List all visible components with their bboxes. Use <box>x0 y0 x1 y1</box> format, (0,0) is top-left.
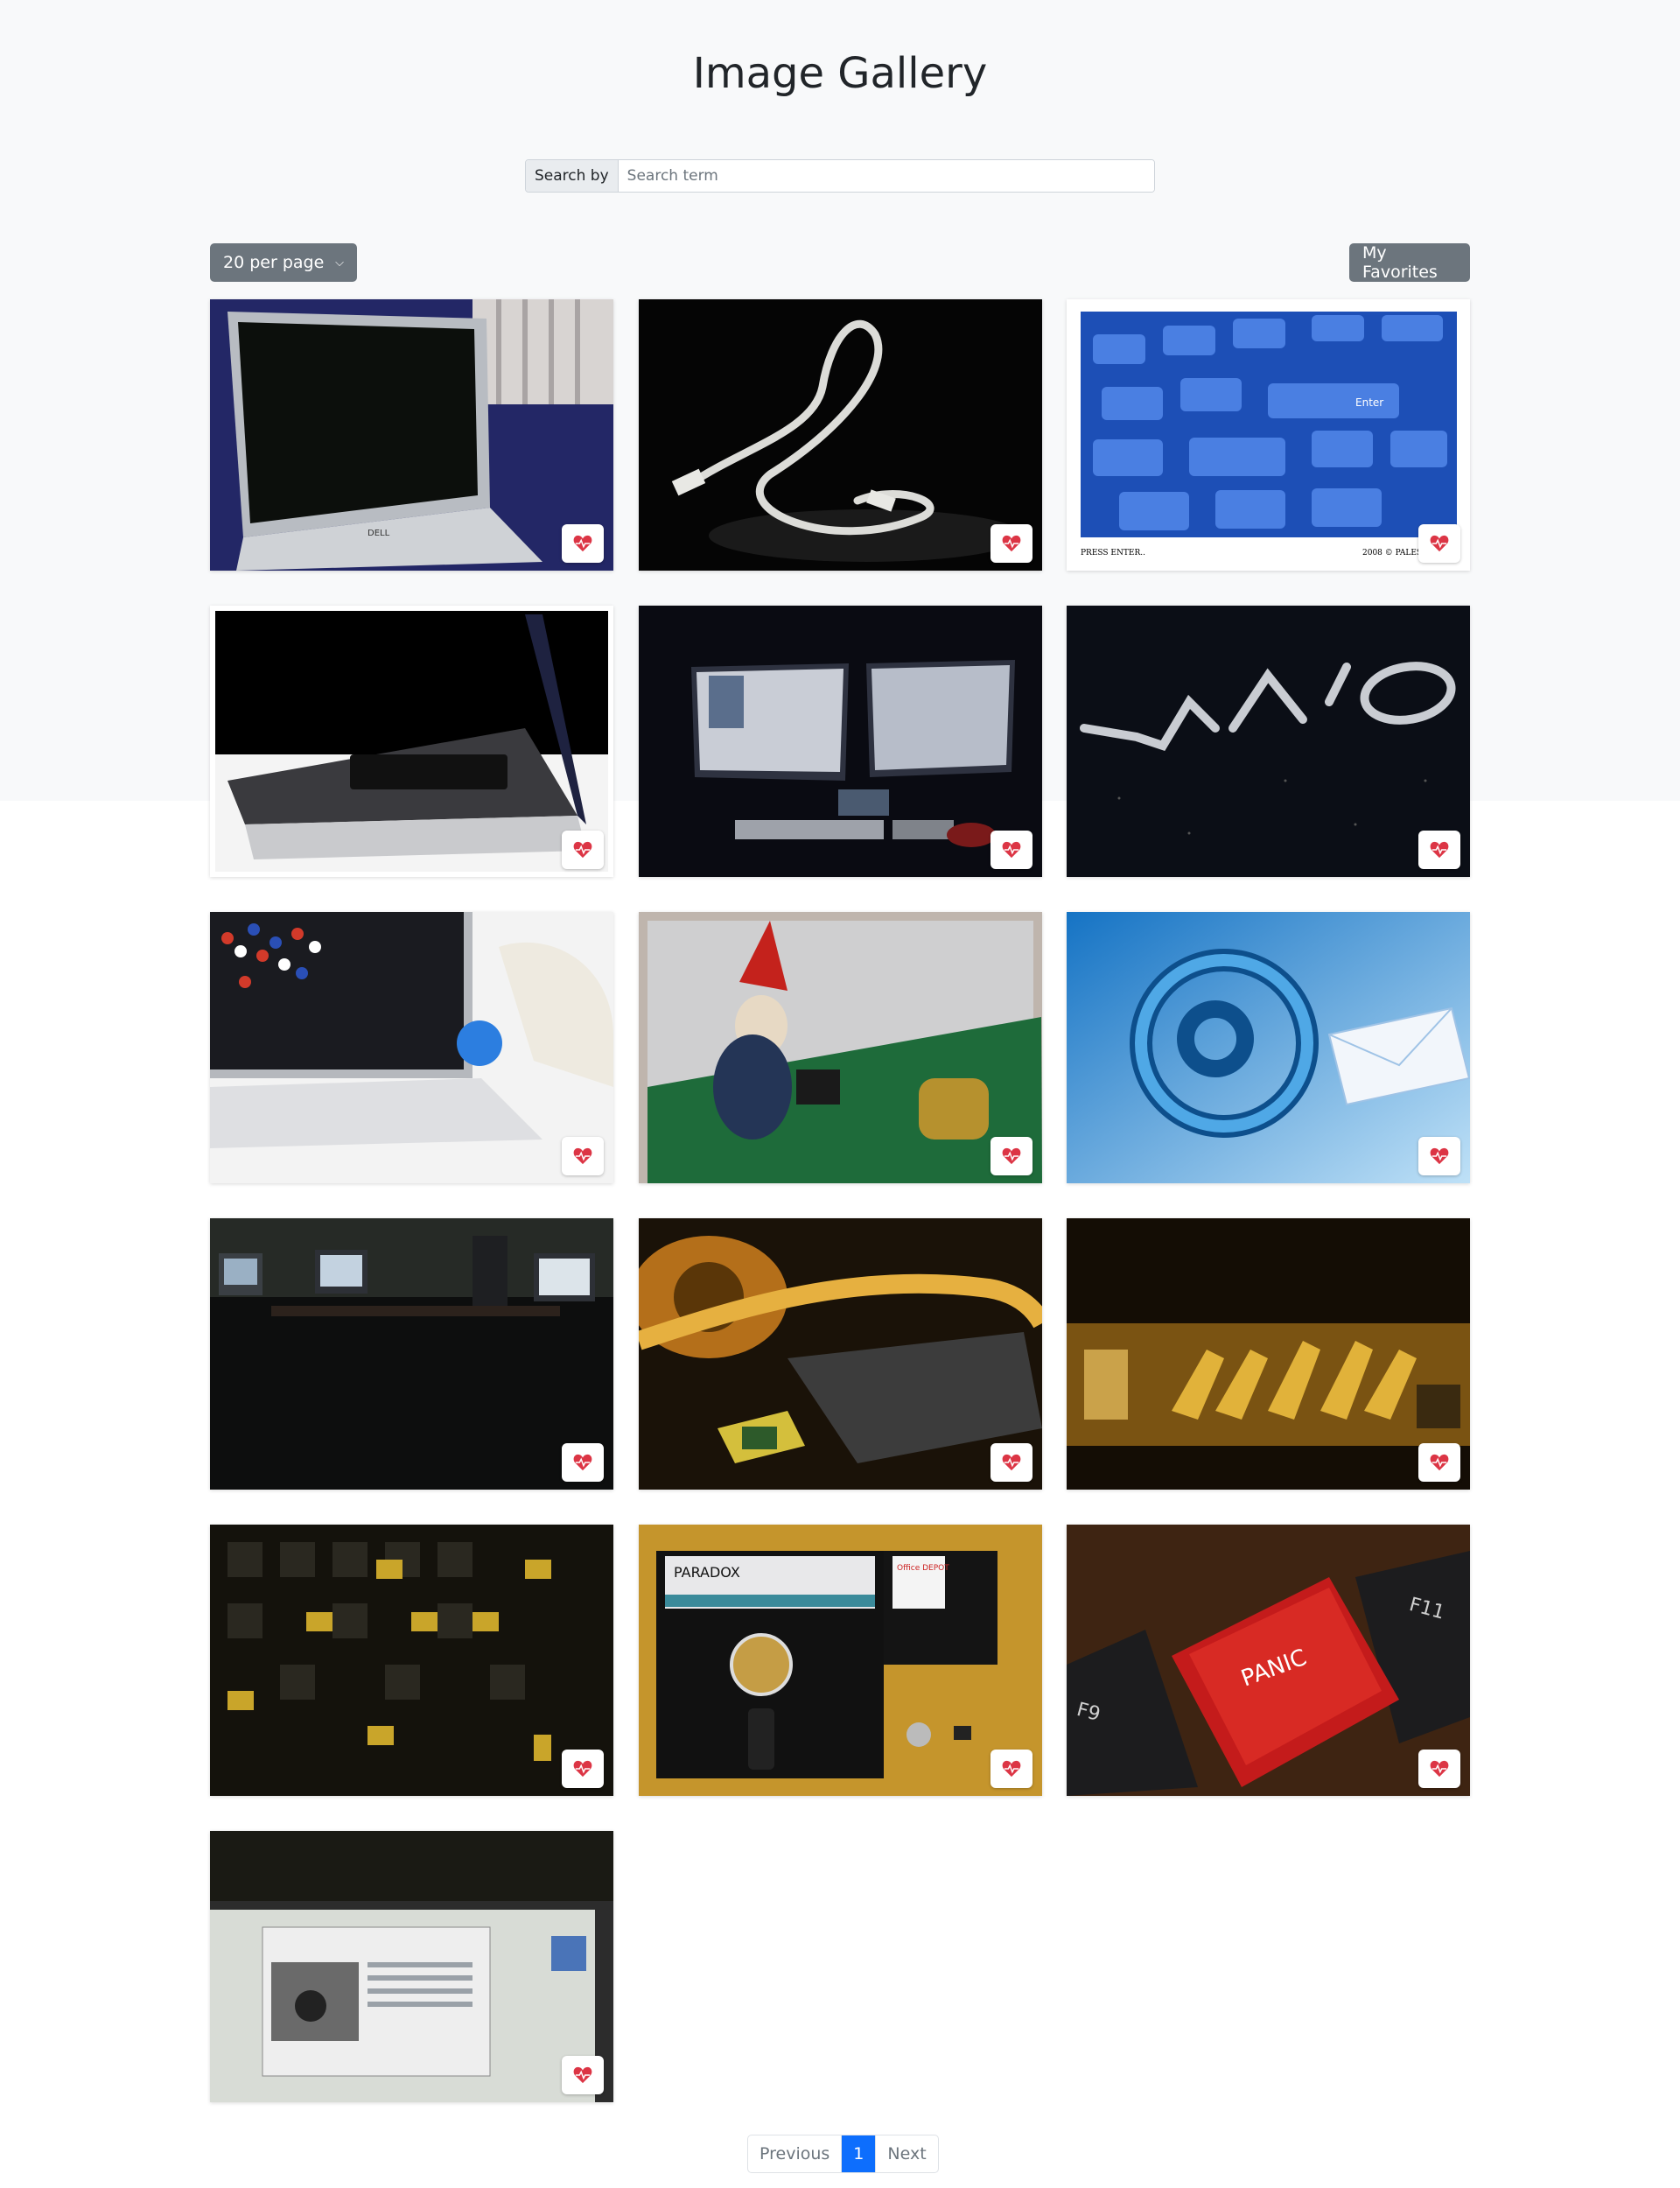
pagination: Previous 1 Next <box>747 2135 939 2173</box>
search-label: Search by <box>526 160 619 192</box>
favorite-button[interactable] <box>1418 524 1460 563</box>
heart-pulse-icon <box>1002 1454 1020 1471</box>
heart-pulse-icon <box>1002 1147 1020 1165</box>
gallery-card[interactable] <box>638 1218 1042 1490</box>
favorite-button[interactable] <box>562 1137 604 1175</box>
favorite-button[interactable] <box>1418 831 1460 869</box>
gallery-image[interactable] <box>210 1218 613 1490</box>
gallery-image[interactable] <box>210 1525 613 1796</box>
gallery-image[interactable] <box>638 912 1042 1183</box>
gallery-card[interactable]: Enter PRESS ENTER.. 2008 © PALES <box>1067 299 1470 571</box>
image-caption-right: 2008 © PALES <box>1362 549 1422 558</box>
gallery-card[interactable] <box>638 606 1042 877</box>
gallery-image[interactable] <box>638 606 1042 877</box>
gallery-card[interactable] <box>638 912 1042 1183</box>
next-page-button[interactable]: Next <box>876 2135 937 2172</box>
gallery-card[interactable] <box>210 1218 613 1490</box>
gallery-card[interactable] <box>210 1831 613 2102</box>
heart-pulse-icon <box>573 1760 592 1778</box>
gallery-image[interactable] <box>638 299 1042 571</box>
heart-pulse-icon <box>1430 535 1449 552</box>
svg-text:DELL: DELL <box>368 529 390 538</box>
heart-pulse-icon <box>573 2066 592 2084</box>
per-page-dropdown[interactable]: 20 per page ⌵ <box>210 243 357 282</box>
heart-pulse-icon <box>573 1454 592 1471</box>
per-page-label: 20 per page <box>223 253 325 272</box>
gallery-card[interactable] <box>210 606 613 877</box>
search-group: Search by <box>525 159 1155 193</box>
favorite-button[interactable] <box>1418 1750 1460 1788</box>
floppy-label: PARADOX <box>674 1564 740 1581</box>
gallery-card[interactable]: PARADOX Office DEPOT <box>638 1525 1042 1796</box>
favorite-button[interactable] <box>990 831 1032 869</box>
favorite-button[interactable] <box>1418 1137 1460 1175</box>
gallery-card[interactable]: DELL <box>210 299 613 571</box>
favorite-button[interactable] <box>562 1443 604 1482</box>
favorite-button[interactable] <box>990 1443 1032 1482</box>
favorite-button[interactable] <box>990 1750 1032 1788</box>
page-number-button[interactable]: 1 <box>842 2135 877 2172</box>
gallery-card[interactable] <box>210 912 613 1183</box>
gallery-image[interactable]: DELL <box>210 299 613 571</box>
favorite-button[interactable] <box>562 831 604 869</box>
office-depot-label: Office DEPOT <box>897 1564 949 1573</box>
favorite-button[interactable] <box>990 1137 1032 1175</box>
gallery-image[interactable]: PANIC F11 F9 <box>1067 1525 1470 1796</box>
heart-pulse-icon <box>573 1147 592 1165</box>
favorite-button[interactable] <box>562 2056 604 2094</box>
heart-pulse-icon <box>1002 535 1020 552</box>
my-favorites-label: My Favorites <box>1362 243 1438 282</box>
heart-pulse-icon <box>1002 1760 1020 1778</box>
gallery-image[interactable] <box>210 606 613 877</box>
heart-pulse-icon <box>573 841 592 859</box>
favorite-button[interactable] <box>562 1750 604 1788</box>
favorite-button[interactable] <box>1418 1443 1460 1482</box>
favorite-button[interactable] <box>990 524 1032 563</box>
my-favorites-button[interactable]: My Favorites <box>1349 243 1470 282</box>
heart-pulse-icon <box>1430 1454 1449 1471</box>
favorite-button[interactable] <box>562 524 604 563</box>
gallery-image[interactable]: Enter PRESS ENTER.. 2008 © PALES <box>1067 299 1470 571</box>
page-title: Image Gallery <box>692 49 988 98</box>
heart-pulse-icon <box>1430 1147 1449 1165</box>
heart-pulse-icon <box>1430 841 1449 859</box>
gallery-image[interactable] <box>1067 606 1470 877</box>
image-grid: DELL Enter PRESS ENTER.. 2008 © PALES PA… <box>210 299 1470 2102</box>
gallery-image[interactable] <box>1067 1218 1470 1490</box>
gallery-image[interactable] <box>210 912 613 1183</box>
gallery-card[interactable]: PANIC F11 F9 <box>1067 1525 1470 1796</box>
svg-text:Enter: Enter <box>1355 396 1383 409</box>
previous-page-button[interactable]: Previous <box>748 2135 843 2172</box>
gallery-image[interactable] <box>1067 912 1470 1183</box>
gallery-image[interactable] <box>210 1831 613 2102</box>
heart-pulse-icon <box>1002 841 1020 859</box>
heart-pulse-icon <box>1430 1760 1449 1778</box>
gallery-image[interactable] <box>638 1218 1042 1490</box>
gallery-image[interactable]: PARADOX Office DEPOT <box>638 1525 1042 1796</box>
gallery-card[interactable] <box>638 299 1042 571</box>
gallery-card[interactable] <box>1067 606 1470 877</box>
heart-pulse-icon <box>573 535 592 552</box>
image-caption-left: PRESS ENTER.. <box>1081 549 1145 558</box>
chevron-down-icon: ⌵ <box>335 256 344 270</box>
search-input[interactable] <box>618 160 1154 192</box>
gallery-card[interactable] <box>1067 912 1470 1183</box>
gallery-card[interactable] <box>1067 1218 1470 1490</box>
gallery-card[interactable] <box>210 1525 613 1796</box>
